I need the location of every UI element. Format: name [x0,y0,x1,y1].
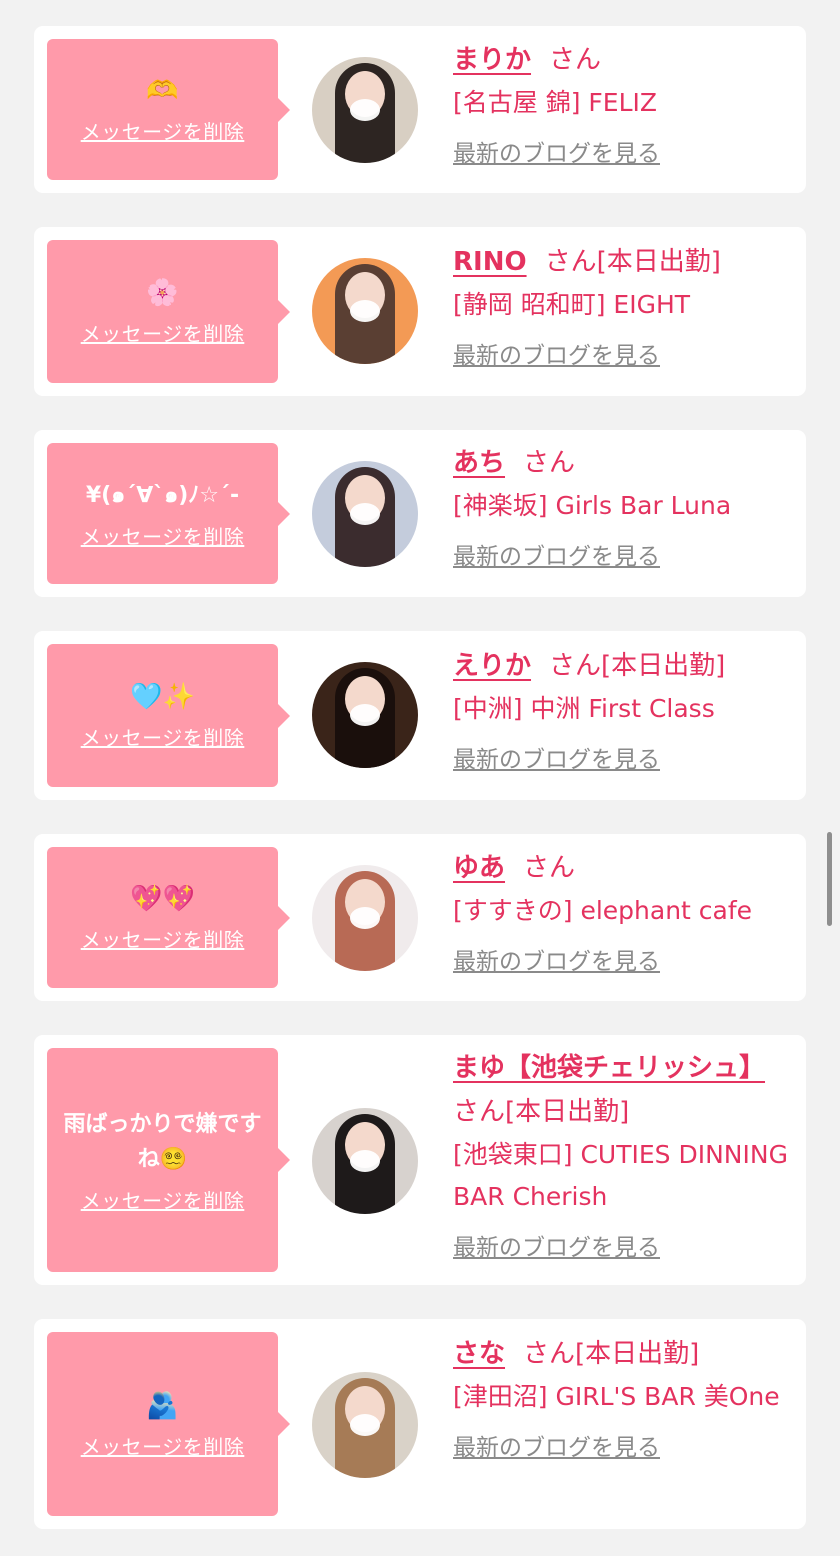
message-bubble: 🩵✨ メッセージを削除 [47,644,290,787]
face-blur-sticker [350,907,380,929]
avatar[interactable] [312,1372,418,1478]
message-text: 雨ばっかりで嫌ですね😵‍💫 [63,1111,262,1172]
cast-name-link[interactable]: あち [453,448,505,478]
delete-message-link[interactable]: メッセージを削除 [81,318,245,347]
message-text: 🫂 [146,1390,179,1421]
face-blur-sticker [350,300,380,322]
delete-message-link[interactable]: メッセージを削除 [81,722,245,751]
cast-name-link[interactable]: えりか [453,651,531,681]
cast-name-link[interactable]: まりか [453,45,531,75]
scrollbar[interactable] [827,832,832,926]
latest-blog-link[interactable]: 最新のブログを見る [453,537,660,571]
profile-info: あち さん [神楽坂] Girls Bar Luna 最新のブログを見る [453,441,792,571]
cast-name-link[interactable]: さな [453,1339,505,1369]
name-line: さな さん[本日出勤] [453,1332,792,1376]
message-text: 🫶 [146,76,179,106]
name-suffix: さん[本日出勤] [549,651,726,681]
avatar[interactable] [312,662,418,768]
latest-blog-link[interactable]: 最新のブログを見る [453,942,660,976]
name-suffix: さん[本日出勤] [453,1097,630,1127]
cast-name-link[interactable]: まゆ【池袋チェリッシュ】 [453,1053,765,1083]
delete-message-link[interactable]: メッセージを削除 [81,924,245,953]
latest-blog-link[interactable]: 最新のブログを見る [453,1228,660,1262]
message-card: 🫂 メッセージを削除 さな さん[本日出勤] [津田沼] GIRL'S BAR 美… [34,1319,806,1529]
latest-blog-link[interactable]: 最新のブログを見る [453,740,660,774]
face-blur-sticker [350,1414,380,1436]
message-bubble: 💖💖 メッセージを削除 [47,847,290,988]
shop-label: [神楽坂] Girls Bar Luna [453,491,732,520]
profile-info: えりか さん[本日出勤] [中洲] 中洲 First Class 最新のブログを見… [453,644,792,774]
shop-label: [すすきの] elephant cafe [453,896,753,925]
name-suffix: さん [523,448,576,478]
profile-info: まりか さん [名古屋 錦] FELIZ 最新のブログを見る [453,38,792,168]
message-card: 🌸 メッセージを削除 RINO さん[本日出勤] [静岡 昭和町] EIGHT 最… [34,227,806,396]
message-card: 雨ばっかりで嫌ですね😵‍💫 メッセージを削除 まゆ【池袋チェリッシュ】さん[本日… [34,1035,806,1285]
message-text: 🌸 [146,278,179,308]
name-line: まゆ【池袋チェリッシュ】さん[本日出勤] [453,1046,792,1134]
message-bubble: ¥(๑´∀`๑)ﾉ☆´- メッセージを削除 [47,443,290,584]
name-suffix: さん[本日出勤] [544,247,721,277]
avatar[interactable] [312,461,418,567]
face-blur-sticker [350,503,380,525]
avatar[interactable] [312,1108,418,1214]
message-text: 💖💖 [130,884,195,914]
profile-info: RINO さん[本日出勤] [静岡 昭和町] EIGHT 最新のブログを見る [453,240,792,370]
shop-label: [津田沼] GIRL'S BAR 美One [453,1382,780,1411]
profile-info: ゆあ さん [すすきの] elephant cafe 最新のブログを見る [453,846,792,976]
latest-blog-link[interactable]: 最新のブログを見る [453,1428,660,1462]
avatar[interactable] [312,865,418,971]
message-card: 🩵✨ メッセージを削除 えりか さん[本日出勤] [中洲] 中洲 First Cl… [34,631,806,800]
delete-message-link[interactable]: メッセージを削除 [81,116,245,145]
message-bubble: 雨ばっかりで嫌ですね😵‍💫 メッセージを削除 [47,1048,290,1272]
face-blur-sticker [350,99,380,121]
latest-blog-link[interactable]: 最新のブログを見る [453,134,660,168]
name-line: えりか さん[本日出勤] [453,644,792,688]
cast-name-link[interactable]: RINO [453,247,527,277]
shop-label: [池袋東口] CUTIES DINNING BAR Cherish [453,1140,788,1211]
face-blur-sticker [350,1150,380,1172]
message-card: ¥(๑´∀`๑)ﾉ☆´- メッセージを削除 あち さん [神楽坂] Girls B… [34,430,806,597]
avatar[interactable] [312,258,418,364]
message-card: 🫶 メッセージを削除 まりか さん [名古屋 錦] FELIZ 最新のブログを見る [34,26,806,193]
shop-label: [中洲] 中洲 First Class [453,694,715,723]
face-blur-sticker [350,704,380,726]
name-line: RINO さん[本日出勤] [453,240,792,284]
name-line: ゆあ さん [453,846,792,890]
name-suffix: さん [549,45,602,75]
message-bubble: 🫂 メッセージを削除 [47,1332,290,1516]
profile-info: まゆ【池袋チェリッシュ】さん[本日出勤] [池袋東口] CUTIES DINNI… [453,1046,792,1262]
delete-message-link[interactable]: メッセージを削除 [81,1431,245,1460]
name-suffix: さん [523,853,576,883]
latest-blog-link[interactable]: 最新のブログを見る [453,336,660,370]
delete-message-link[interactable]: メッセージを削除 [81,1185,245,1214]
name-line: まりか さん [453,38,792,82]
profile-info: さな さん[本日出勤] [津田沼] GIRL'S BAR 美One 最新のブログを… [453,1332,792,1462]
shop-label: [静岡 昭和町] EIGHT [453,290,691,319]
message-bubble: 🫶 メッセージを削除 [47,39,290,180]
name-suffix: さん[本日出勤] [523,1339,700,1369]
avatar[interactable] [312,57,418,163]
message-bubble: 🌸 メッセージを削除 [47,240,290,383]
message-card: 💖💖 メッセージを削除 ゆあ さん [すすきの] elephant cafe 最新… [34,834,806,1001]
message-text: ¥(๑´∀`๑)ﾉ☆´- [85,482,240,508]
message-text: 🩵✨ [130,682,195,712]
name-line: あち さん [453,441,792,485]
cast-name-link[interactable]: ゆあ [453,853,505,883]
shop-label: [名古屋 錦] FELIZ [453,88,658,117]
delete-message-link[interactable]: メッセージを削除 [81,521,245,550]
